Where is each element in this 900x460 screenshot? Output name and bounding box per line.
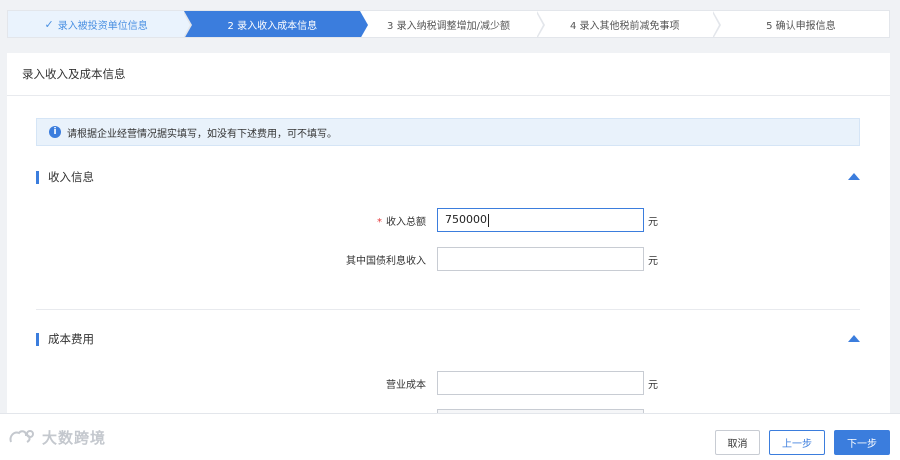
notice-text: 请根据企业经营情况据实填写，如没有下述费用，可不填写。 — [67, 128, 337, 140]
input-value: 750000 — [445, 213, 487, 226]
step-separator — [359, 11, 369, 37]
step-label: 录入被投资单位信息 — [57, 20, 148, 32]
brand-watermark: 大数跨境 — [8, 427, 106, 448]
bond-interest-input[interactable] — [437, 247, 644, 271]
check-icon: ✓ — [44, 17, 54, 31]
total-income-row: * 收入总额 750000 元 — [7, 208, 890, 232]
field-label: 营业成本 — [386, 380, 426, 391]
unit-label: 元 — [648, 380, 658, 391]
card-title: 录入收入及成本信息 — [7, 53, 890, 96]
step-separator — [535, 11, 545, 37]
field-label: * 收入总额 — [377, 213, 426, 228]
step-label: 5 确认申报信息 — [766, 20, 836, 32]
bond-interest-row: 其中国债利息收入 元 — [7, 247, 890, 271]
collapse-up-icon[interactable] — [848, 335, 860, 342]
step-3[interactable]: 3 录入纳税调整增加/减少额 — [360, 11, 545, 37]
section-title: 成本费用 — [48, 332, 94, 346]
section-divider — [36, 309, 860, 310]
step-label: 3 录入纳税调整增加/减少额 — [387, 20, 510, 32]
unit-label: 元 — [648, 256, 658, 267]
form-card: 录入收入及成本信息 i 请根据企业经营情况据实填写，如没有下述费用，可不填写。 … — [7, 53, 890, 413]
collapse-up-icon[interactable] — [848, 173, 860, 180]
step-1[interactable]: ✓ 录入被投资单位信息 — [8, 11, 193, 37]
step-4[interactable]: 4 录入其他税前减免事项 — [537, 11, 721, 37]
operating-cost-row: 营业成本 元 — [7, 371, 890, 395]
operating-cost-input[interactable] — [437, 371, 644, 395]
step-progress-bar: ✓ 录入被投资单位信息 2 录入收入成本信息 3 录入纳税调整增加/减少额 4 … — [7, 10, 890, 38]
section-marker — [36, 332, 39, 346]
required-mark: * — [377, 217, 382, 228]
section-marker — [36, 170, 39, 184]
unit-label: 元 — [648, 217, 658, 228]
step-2[interactable]: 2 录入收入成本信息 — [184, 11, 369, 37]
cancel-button[interactable]: 取消 — [715, 430, 760, 455]
income-section-header: 收入信息 — [36, 167, 860, 187]
previous-step-button[interactable]: 上一步 — [769, 430, 825, 455]
step-label: 4 录入其他税前减免事项 — [569, 20, 680, 32]
section-title: 收入信息 — [48, 170, 94, 184]
step-label: 2 录入收入成本信息 — [227, 20, 318, 32]
info-notice: i 请根据企业经营情况据实填写，如没有下述费用，可不填写。 — [36, 118, 860, 146]
step-5[interactable]: 5 确认申报信息 — [713, 11, 889, 37]
info-icon: i — [49, 126, 61, 138]
field-label: 其中国债利息收入 — [346, 256, 426, 267]
step-separator — [711, 11, 721, 37]
footer-bar: 大数跨境 取消 上一步 下一步 — [0, 413, 900, 460]
brand-text: 大数跨境 — [42, 429, 107, 447]
total-income-input[interactable]: 750000 — [437, 208, 644, 232]
next-step-button[interactable]: 下一步 — [834, 430, 890, 455]
brand-logo-icon — [9, 429, 34, 443]
step-separator — [183, 11, 193, 37]
text-caret — [488, 213, 489, 227]
cost-section-header: 成本费用 — [36, 329, 860, 349]
field-label-text: 收入总额 — [386, 217, 426, 228]
